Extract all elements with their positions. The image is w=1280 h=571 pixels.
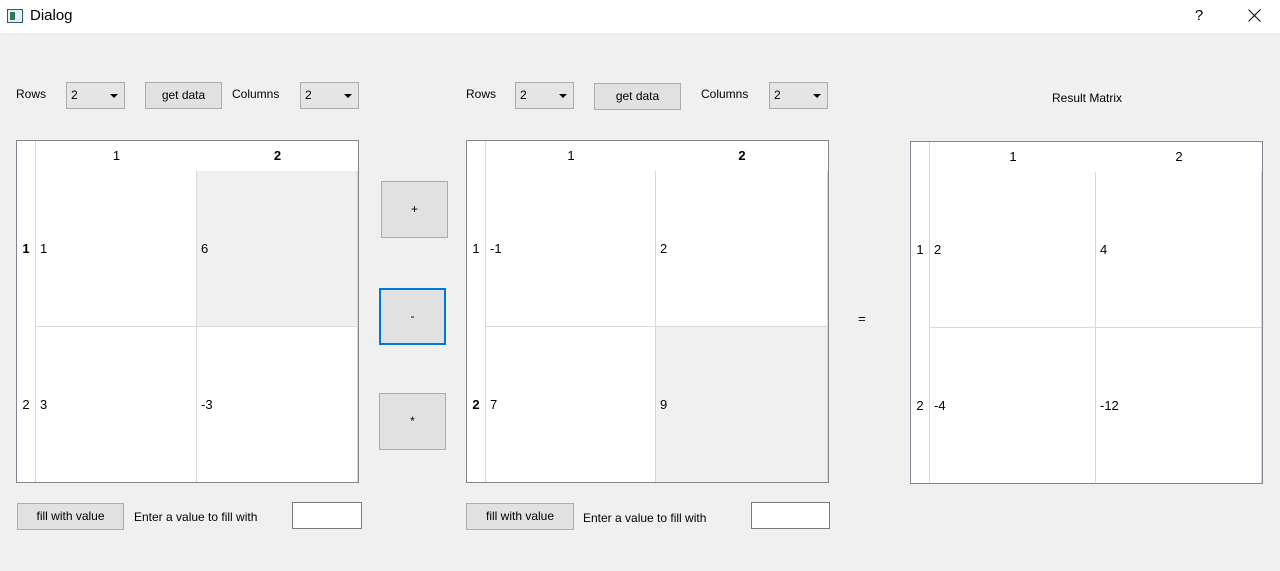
right-fill-label: Enter a value to fill with <box>583 511 707 525</box>
left-columns-select[interactable]: 2 <box>300 82 359 109</box>
right-fill-button[interactable]: fill with value <box>466 503 574 530</box>
left-columns-value: 2 <box>305 88 312 102</box>
right-columns-value: 2 <box>774 88 781 102</box>
left-get-data-button[interactable]: get data <box>145 82 222 109</box>
window-title: Dialog <box>30 7 73 24</box>
right-matrix-table: 1 2 1 2 -1 2 7 9 <box>466 140 829 483</box>
result-matrix-table: 1 2 1 2 2 4 -4 -12 <box>910 141 1263 484</box>
right-row-header-2[interactable]: 2 <box>467 327 485 482</box>
equals-sign: = <box>858 311 866 326</box>
left-cell-2-1[interactable]: 3 <box>36 327 197 482</box>
right-columns-label: Columns <box>701 87 749 101</box>
left-col-header-1[interactable]: 1 <box>36 141 197 171</box>
right-rows-label: Rows <box>466 87 497 101</box>
result-matrix-label: Result Matrix <box>1052 91 1123 105</box>
left-cell-1-1[interactable]: 1 <box>36 171 197 327</box>
left-rows-value: 2 <box>71 88 78 102</box>
right-row-header-1[interactable]: 1 <box>467 171 485 327</box>
right-fill-input[interactable] <box>751 502 830 529</box>
result-row-header-2[interactable]: 2 <box>911 328 929 483</box>
result-cell-1-1[interactable]: 2 <box>930 172 1096 328</box>
minus-button[interactable]: - <box>379 288 446 345</box>
plus-button[interactable]: + <box>381 181 448 238</box>
right-rows-value: 2 <box>520 88 527 102</box>
left-rows-select[interactable]: 2 <box>66 82 125 109</box>
title-bar: Dialog ? <box>0 0 1280 33</box>
help-button[interactable]: ? <box>1188 4 1210 28</box>
left-cell-2-2[interactable]: -3 <box>197 327 358 482</box>
chevron-down-icon <box>110 94 118 98</box>
right-cell-2-1[interactable]: 7 <box>486 327 656 482</box>
right-cell-1-1[interactable]: -1 <box>486 171 656 327</box>
close-icon[interactable] <box>1243 4 1267 28</box>
right-cell-2-2[interactable]: 9 <box>656 327 828 482</box>
right-col-header-2[interactable]: 2 <box>656 141 828 171</box>
left-col-header-2[interactable]: 2 <box>197 141 358 171</box>
left-rows-label: Rows <box>16 87 47 101</box>
left-cell-1-2[interactable]: 6 <box>197 171 358 327</box>
chevron-down-icon <box>813 94 821 98</box>
result-cell-2-1[interactable]: -4 <box>930 328 1096 483</box>
result-cell-2-2[interactable]: -12 <box>1096 328 1262 483</box>
result-cell-1-2[interactable]: 4 <box>1096 172 1262 328</box>
result-row-header-1[interactable]: 1 <box>911 172 929 328</box>
chevron-down-icon <box>344 94 352 98</box>
right-rows-select[interactable]: 2 <box>515 82 574 109</box>
app-icon <box>7 9 23 23</box>
result-col-header-1[interactable]: 1 <box>930 142 1096 172</box>
left-row-header-1[interactable]: 1 <box>17 171 35 327</box>
left-row-header-2[interactable]: 2 <box>17 327 35 482</box>
left-fill-input[interactable] <box>292 502 362 529</box>
right-get-data-button[interactable]: get data <box>594 83 681 110</box>
left-columns-label: Columns <box>232 87 280 101</box>
left-fill-button[interactable]: fill with value <box>17 503 124 530</box>
right-col-header-1[interactable]: 1 <box>486 141 656 171</box>
right-columns-select[interactable]: 2 <box>769 82 828 109</box>
right-cell-1-2[interactable]: 2 <box>656 171 828 327</box>
left-fill-label: Enter a value to fill with <box>134 510 258 524</box>
multiply-button[interactable]: * <box>379 393 446 450</box>
chevron-down-icon <box>559 94 567 98</box>
result-col-header-2[interactable]: 2 <box>1096 142 1262 172</box>
left-matrix-table: 1 2 1 2 1 6 3 -3 <box>16 140 359 483</box>
